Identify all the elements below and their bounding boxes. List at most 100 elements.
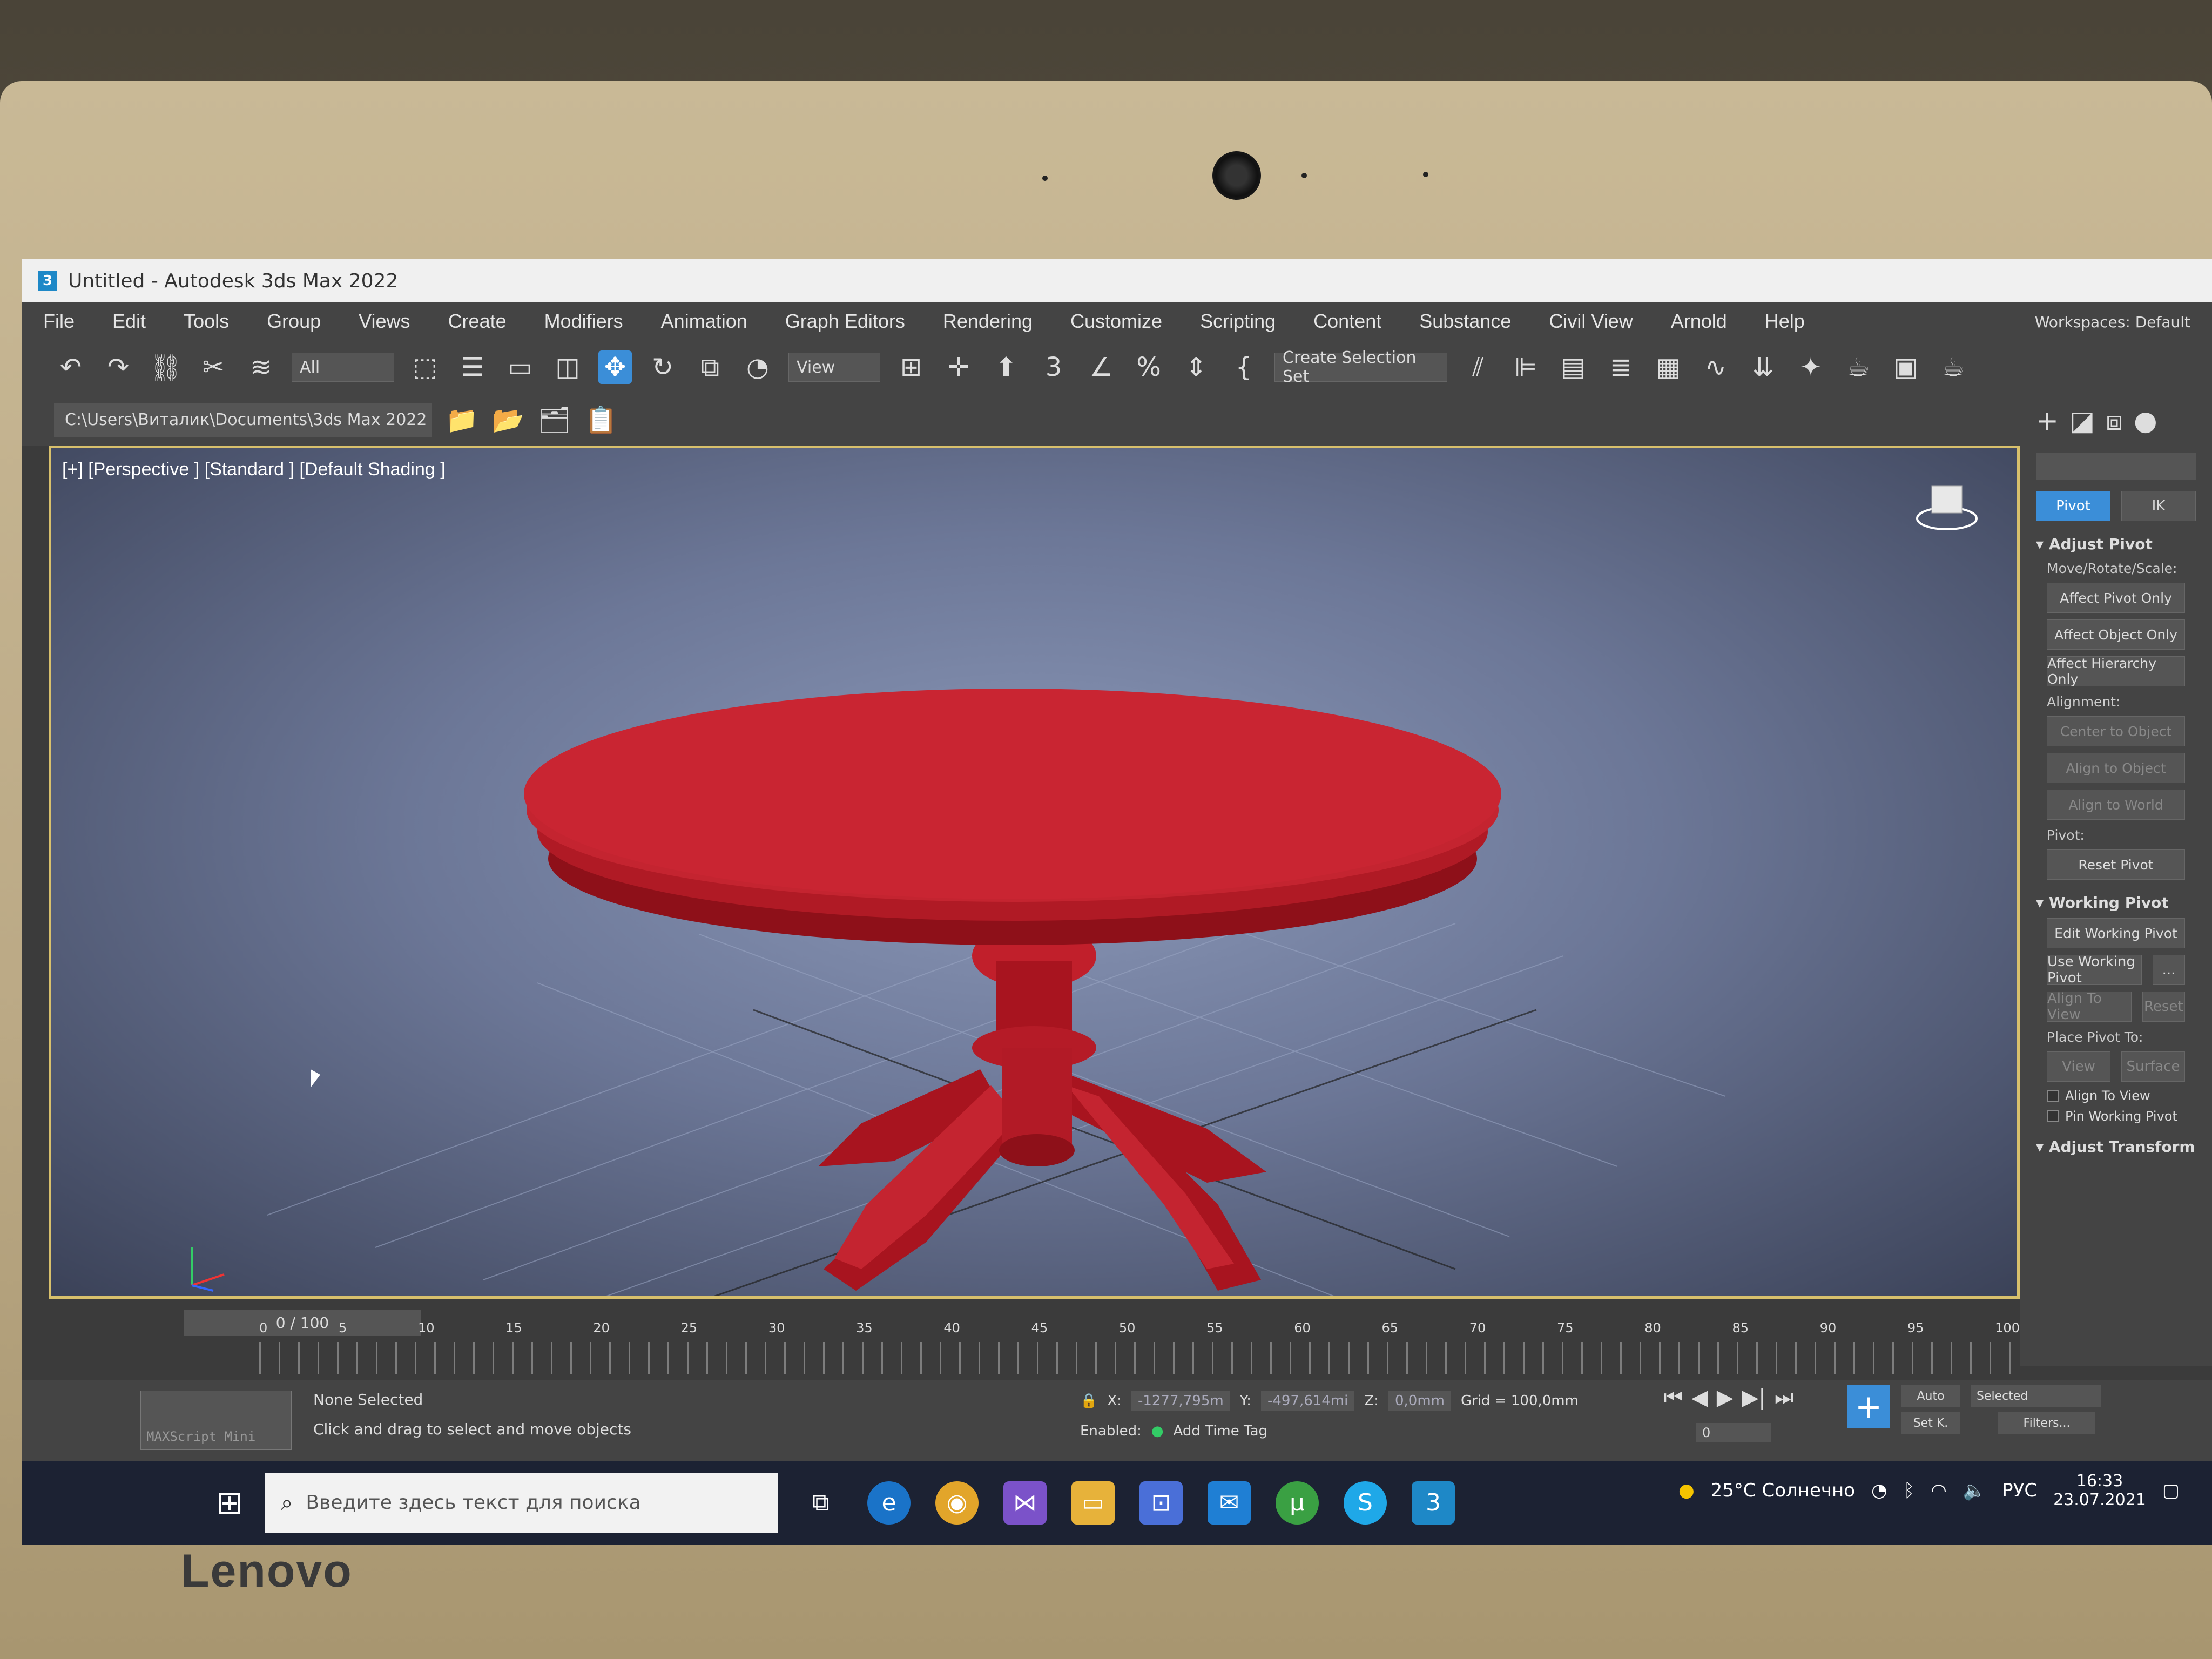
unlink-icon[interactable]: ✂ [197,350,230,384]
menu-modifiers[interactable]: Modifiers [544,310,623,333]
ik-tab-button[interactable]: IK [2121,491,2196,521]
y-coordinate-field[interactable]: -497,614mi [1260,1391,1355,1411]
adjust-pivot-rollout[interactable]: ▾ Adjust Pivot [2036,535,2196,553]
add-time-tag-button[interactable]: Add Time Tag [1174,1423,1268,1439]
snaps-toggle-icon[interactable]: 3 [1037,350,1070,384]
select-and-move-icon[interactable]: ✥ [598,350,632,384]
menu-arnold[interactable]: Arnold [1671,310,1727,333]
menu-tools[interactable]: Tools [184,310,229,333]
material-editor-icon[interactable]: ✦ [1794,350,1827,384]
mail-icon[interactable]: ✉ [1208,1481,1251,1525]
key-filters-button[interactable]: Filters... [1998,1412,2095,1434]
go-to-end-icon[interactable]: ⏭ [1775,1385,1794,1410]
z-coordinate-field[interactable]: 0,0mm [1388,1391,1451,1411]
wifi-icon[interactable]: ◠ [1931,1480,1947,1501]
input-language[interactable]: РУС [2002,1480,2037,1501]
taskbar-search-box[interactable]: ⌕ Введите здесь текст для поиска [265,1473,778,1533]
maxscript-listener[interactable]: MAXScript Mini [140,1391,292,1450]
open-folder-icon[interactable]: 📂 [491,403,525,437]
affect-pivot-only-button[interactable]: Affect Pivot Only [2047,583,2185,613]
ribbon-toggle-icon[interactable]: ▦ [1651,350,1685,384]
reference-coordinate-dropdown[interactable]: View [788,353,880,382]
affect-object-only-button[interactable]: Affect Object Only [2047,619,2185,650]
volume-icon[interactable]: 🔈 [1963,1480,1986,1501]
microsoft-store-icon[interactable]: ⊡ [1139,1481,1183,1525]
reset-pivot-button[interactable]: Reset Pivot [2047,849,2185,880]
current-frame-field[interactable]: 0 [1696,1423,1771,1442]
chrome-icon[interactable]: ◉ [935,1481,979,1525]
edge-icon[interactable]: e [867,1481,911,1525]
align-icon[interactable]: ⊫ [1509,350,1542,384]
menu-customize[interactable]: Customize [1070,310,1162,333]
select-manipulate-icon[interactable]: ✛ [942,350,975,384]
project-folder-icon[interactable]: 📁 [445,403,478,437]
key-filter-dropdown[interactable]: Selected [1971,1385,2101,1407]
tray-apps-icon[interactable]: ◔ [1871,1480,1887,1501]
pivot-tab-button[interactable]: Pivot [2036,491,2110,521]
pivot-point-center-icon[interactable]: ⊞ [894,350,928,384]
next-frame-icon[interactable]: ▶| [1742,1385,1766,1410]
play-icon[interactable]: ▶ [1717,1385,1734,1410]
bind-space-warp-icon[interactable]: ≋ [244,350,278,384]
menu-scripting[interactable]: Scripting [1200,310,1276,333]
selection-set-dropdown[interactable]: Create Selection Set [1274,348,1447,386]
scene-explorer-icon[interactable]: ▤ [1556,350,1590,384]
center-to-object-button[interactable]: Center to Object [2047,716,2185,746]
mirror-icon[interactable]: ⫽ [1461,350,1495,384]
menu-rendering[interactable]: Rendering [943,310,1033,333]
windows-start-icon[interactable]: ⊞ [200,1473,259,1533]
bluetooth-icon[interactable]: ᛒ [1904,1480,1914,1501]
adjust-transform-rollout[interactable]: ▾ Adjust Transform [2036,1138,2196,1156]
selection-filter-dropdown[interactable]: All [292,353,394,382]
project-path-dropdown[interactable]: C:\Users\Виталик\Documents\3ds Max 2022 [54,403,432,437]
create-tab-icon[interactable]: + [2036,405,2059,437]
menu-civil-view[interactable]: Civil View [1549,310,1633,333]
menu-help[interactable]: Help [1765,310,1805,333]
angle-snap-icon[interactable]: ∠ [1084,350,1118,384]
working-pivot-rollout[interactable]: ▾ Working Pivot [2036,894,2196,912]
percent-snap-icon[interactable]: % [1132,350,1165,384]
keyboard-shortcut-override-icon[interactable]: ⬆ [989,350,1023,384]
edit-working-pivot-button[interactable]: Edit Working Pivot [2047,918,2185,948]
select-by-name-icon[interactable]: ☰ [456,350,489,384]
menu-file[interactable]: File [43,310,75,333]
redo-icon[interactable]: ↷ [102,350,135,384]
select-and-place-icon[interactable]: ◔ [741,350,774,384]
hierarchy-tab-icon[interactable]: ⧈ [2106,405,2123,437]
previous-frame-icon[interactable]: ◀ [1691,1385,1708,1410]
x-coordinate-field[interactable]: -1277,795m [1131,1391,1230,1411]
pin-working-pivot-checkbox[interactable]: Pin Working Pivot [2047,1109,2185,1124]
menu-content[interactable]: Content [1313,310,1381,333]
rectangular-selection-icon[interactable]: ▭ [503,350,537,384]
curve-editor-icon[interactable]: ∿ [1699,350,1732,384]
align-to-world-button[interactable]: Align to World [2047,790,2185,820]
link-icon[interactable]: ⛓ [149,350,183,384]
menu-group[interactable]: Group [267,310,321,333]
skype-icon[interactable]: S [1344,1481,1387,1525]
working-pivot-more-button[interactable]: ... [2153,955,2185,985]
place-pivot-surface-button[interactable]: Surface [2121,1051,2185,1082]
menu-graph-editors[interactable]: Graph Editors [785,310,905,333]
select-object-icon[interactable]: ⬚ [408,350,442,384]
set-key-icon[interactable]: + [1847,1385,1890,1428]
menu-animation[interactable]: Animation [661,310,747,333]
align-to-view-checkbox[interactable]: Align To View [2047,1088,2185,1103]
render-production-icon[interactable]: ☕ [1937,350,1970,384]
render-setup-icon[interactable]: ☕ [1842,350,1875,384]
asset-tracking-icon[interactable]: 📋 [584,403,618,437]
layer-explorer-icon[interactable]: ≣ [1604,350,1637,384]
spinner-snap-icon[interactable]: ⇕ [1179,350,1213,384]
workspace-selector[interactable]: Workspaces: Default [2035,313,2190,331]
timeline-ruler[interactable] [259,1342,2020,1374]
command-panel-name-field[interactable] [2036,453,2196,480]
visual-studio-icon[interactable]: ⋈ [1003,1481,1047,1525]
menu-substance[interactable]: Substance [1419,310,1511,333]
weather-text[interactable]: 25°C Солнечно [1711,1480,1855,1501]
go-to-start-icon[interactable]: ⏮ [1663,1385,1683,1410]
notifications-icon[interactable]: ▢ [2162,1480,2180,1501]
window-crossing-icon[interactable]: ◫ [551,350,584,384]
undo-icon[interactable]: ↶ [54,350,87,384]
modify-tab-icon[interactable]: ◪ [2069,405,2095,437]
select-and-rotate-icon[interactable]: ↻ [646,350,679,384]
task-view-icon[interactable]: ⧉ [799,1481,842,1525]
